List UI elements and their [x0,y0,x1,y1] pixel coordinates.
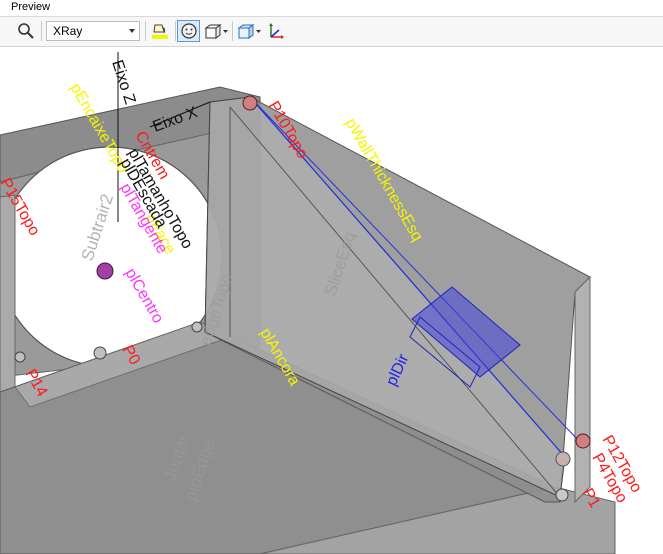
axis-label-z: Eixo Z [108,58,138,107]
axis-icon [269,23,284,39]
paint-color-button[interactable] [148,20,172,42]
cube-dropdown-icon [237,24,261,39]
left-edge-face [0,194,16,398]
3d-preview-viewport[interactable]: Subtrair2 SliceEsq Juntar ptoEdge edgeTo… [0,47,663,554]
preview-title: Preview [11,1,51,13]
scene-canvas[interactable]: Subtrair2 SliceEsq Juntar ptoEdge edgeTo… [0,47,663,554]
point-marker-centro[interactable] [96,262,114,280]
toolbar-separator [175,21,176,41]
point-marker-p4[interactable] [555,451,571,467]
box-view-button[interactable] [202,20,230,42]
point-marker-p0[interactable] [93,346,107,360]
preview-panel-title-bar: Preview [0,0,663,17]
view-orientation-button[interactable] [235,20,263,42]
paint-bucket-icon [152,24,168,39]
chevron-down-icon [129,29,135,33]
display-mode-select[interactable]: XRay [46,21,140,41]
point-marker-left[interactable] [14,351,26,363]
face-select-button[interactable] [177,20,200,42]
side-wall-edge [574,275,591,504]
magnifier-icon [18,23,34,39]
display-mode-value: XRay [53,24,83,38]
toolbar-separator [41,21,42,41]
axis-display-button[interactable] [265,20,287,42]
preview-toolbar: XRay [0,17,663,47]
toolbar-separator [232,21,233,41]
point-marker-p10[interactable] [242,95,258,111]
point-marker-p1[interactable] [555,488,569,502]
point-marker-p12[interactable] [575,433,591,449]
box-view-icon [204,24,228,39]
toolbar-separator [145,21,146,41]
search-button[interactable] [14,20,38,42]
face-select-icon [180,23,197,39]
